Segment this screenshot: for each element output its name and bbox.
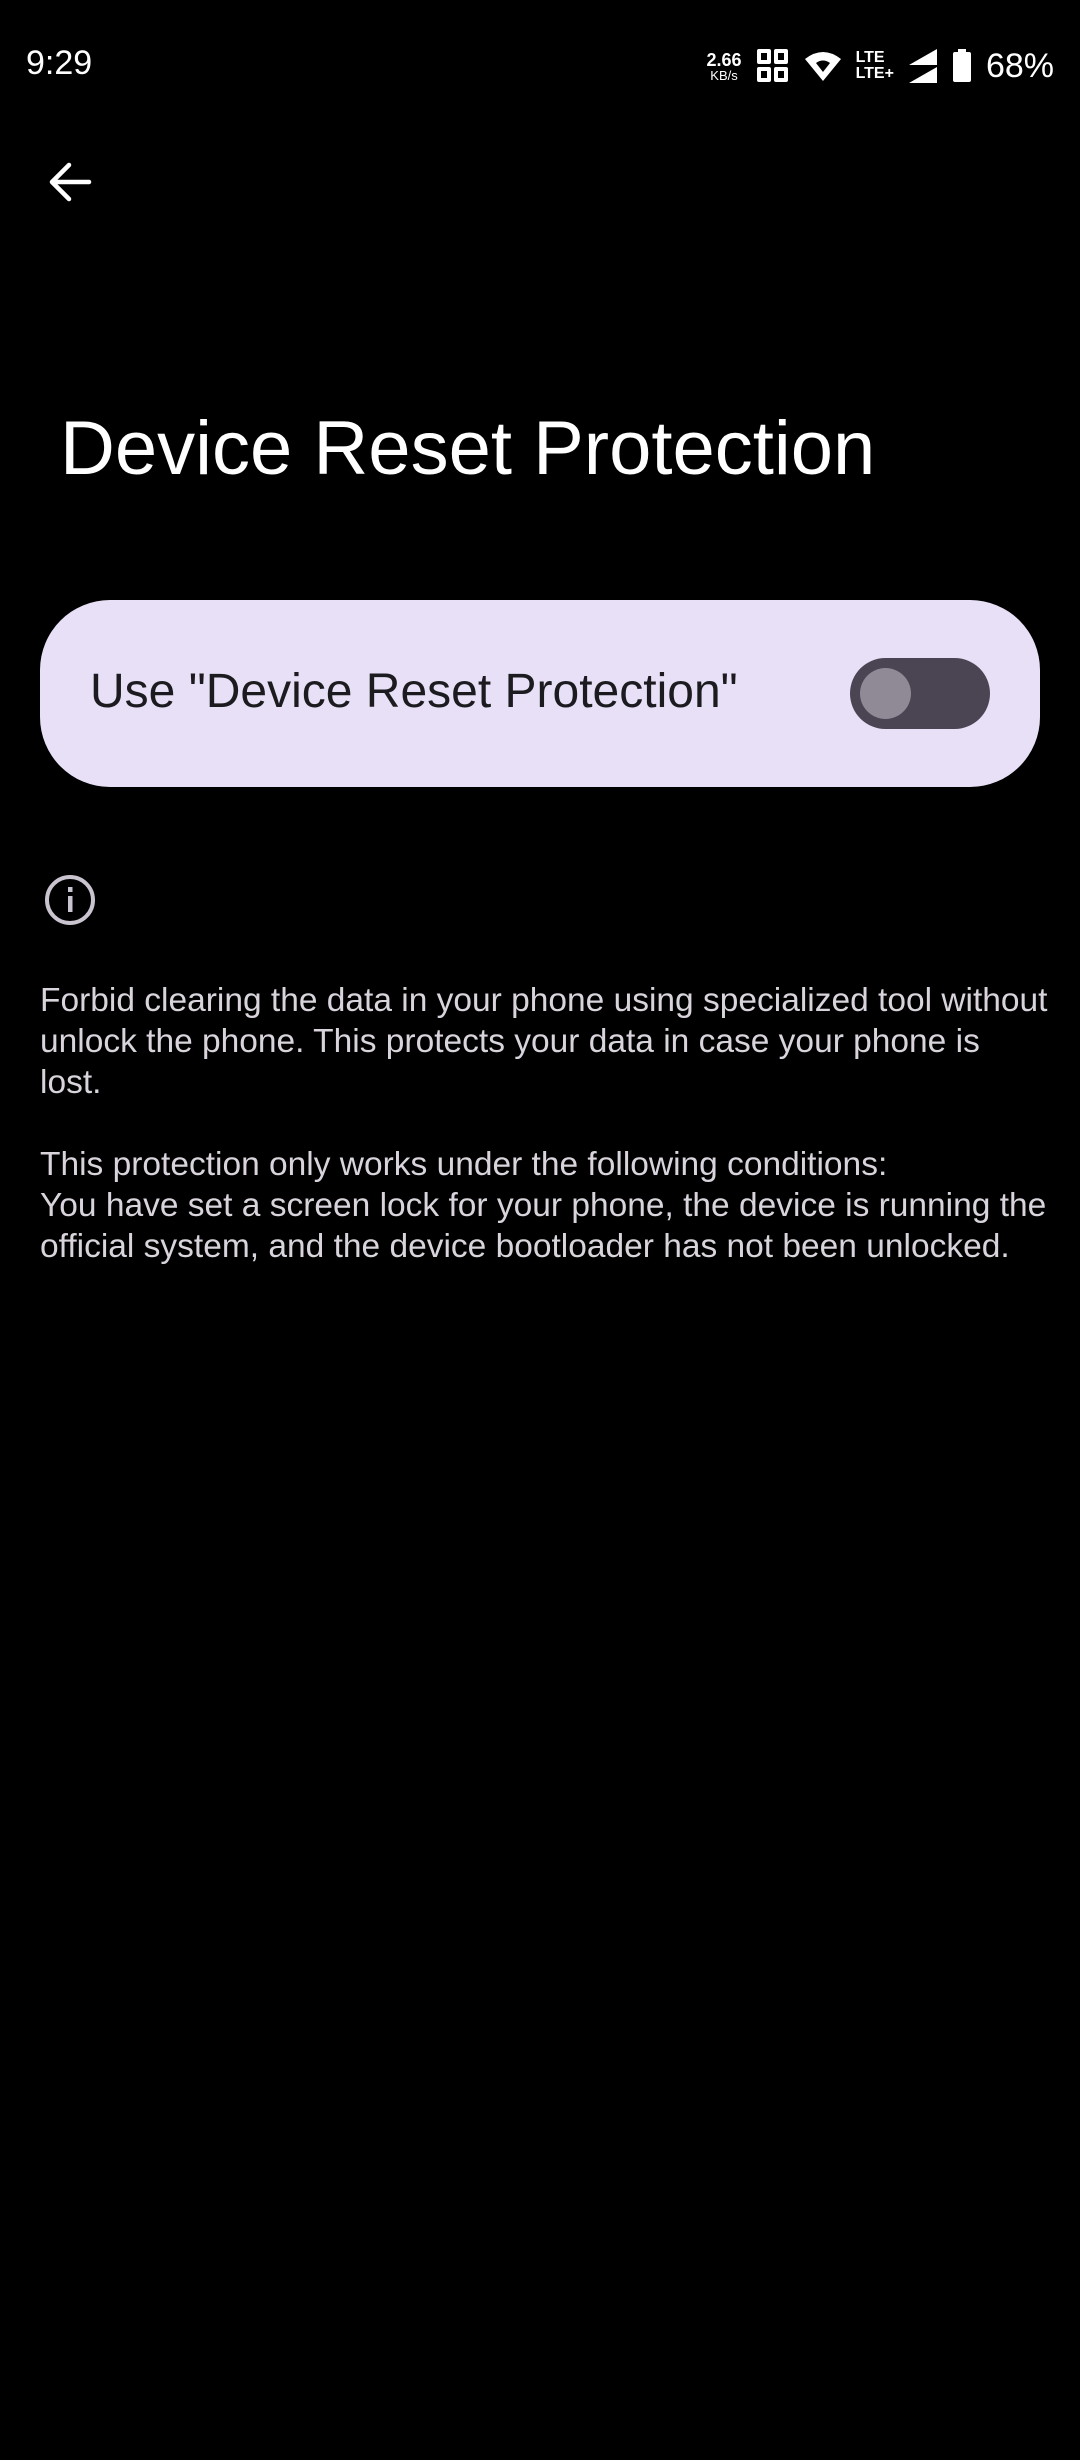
battery-percent: 68% — [985, 46, 1054, 85]
network-speed-unit: KB/s — [710, 67, 738, 83]
toggle-label: Use "Device Reset Protection" — [90, 665, 738, 718]
info-description: Forbid clearing the data in your phone u… — [40, 980, 1050, 1267]
lte-bottom-label: LTE+ — [855, 65, 894, 82]
wifi-icon — [804, 50, 842, 82]
switch-thumb — [860, 668, 911, 719]
back-button[interactable] — [38, 150, 102, 214]
device-reset-protection-switch[interactable] — [850, 658, 990, 729]
lte-top-label: LTE — [855, 49, 885, 66]
page-title: Device Reset Protection — [60, 406, 876, 491]
signal-icon — [908, 48, 938, 84]
sim-hd-icon — [756, 48, 790, 84]
arrow-back-icon — [49, 162, 92, 202]
status-icons: 2.66 KB/s LTE LTE+ 68% — [707, 44, 1054, 88]
network-speed: 2.66 KB/s — [707, 51, 742, 82]
info-conditions-heading: This protection only works under the fol… — [40, 1146, 888, 1183]
info-paragraph-2: This protection only works under the fol… — [40, 1144, 1050, 1267]
status-bar: 9:29 2.66 KB/s LTE LTE+ 68% — [0, 0, 1080, 130]
info-paragraph-1: Forbid clearing the data in your phone u… — [40, 982, 1048, 1101]
info-conditions-text: You have set a screen lock for your phon… — [40, 1187, 1047, 1265]
info-icon — [42, 872, 98, 928]
battery-icon — [952, 49, 972, 83]
status-time: 9:29 — [26, 44, 93, 82]
lte-indicator: LTE LTE+ — [856, 50, 894, 82]
network-speed-value: 2.66 — [706, 49, 742, 70]
device-reset-protection-toggle-row[interactable]: Use "Device Reset Protection" — [40, 600, 1040, 787]
